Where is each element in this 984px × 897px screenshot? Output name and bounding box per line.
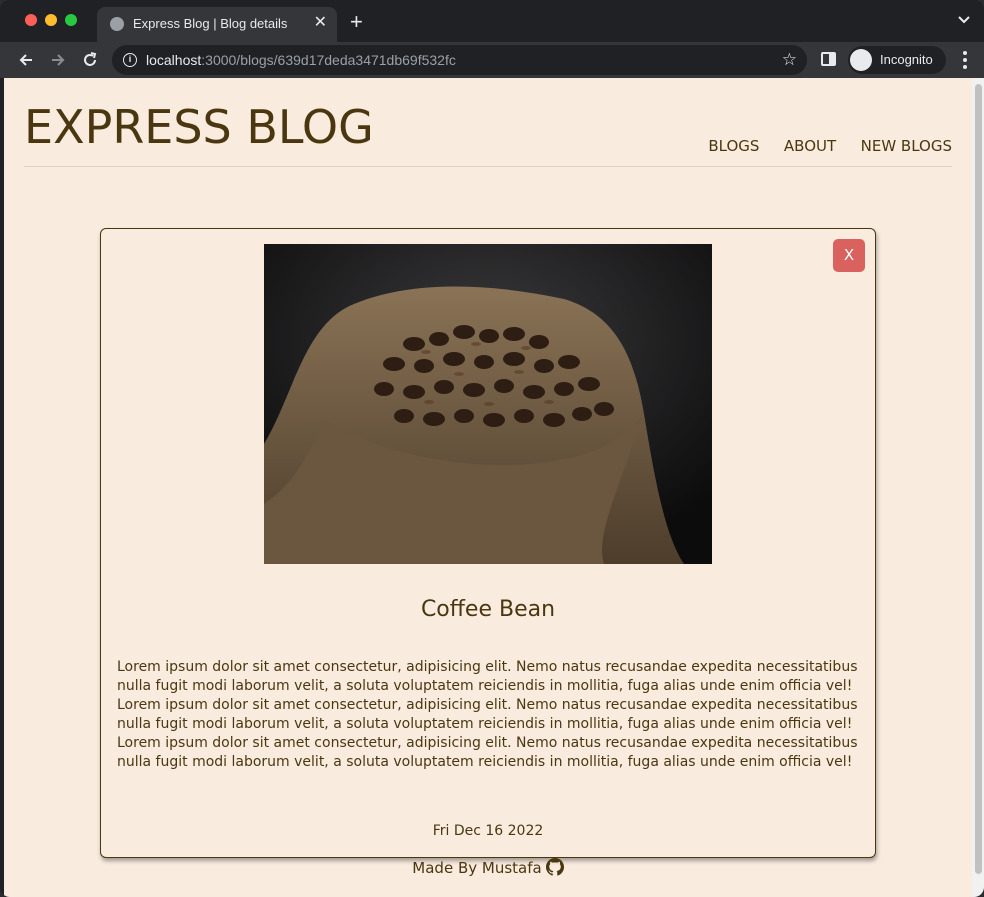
tab-title: Express Blog | Blog details — [133, 16, 288, 31]
browser-toolbar: i localhost:3000/blogs/639d17deda3471db6… — [0, 42, 984, 78]
address-bar[interactable]: i localhost:3000/blogs/639d17deda3471db6… — [112, 45, 807, 75]
window-close-button[interactable] — [25, 14, 37, 26]
blog-detail-card: X Coffee Bean Lorem ipsum dolor sit amet… — [100, 228, 876, 858]
bookmark-star-icon[interactable]: ☆ — [782, 50, 797, 70]
more-menu-icon[interactable] — [961, 51, 969, 69]
github-icon[interactable] — [545, 858, 564, 876]
close-button[interactable]: X — [833, 239, 865, 272]
side-panel-icon[interactable] — [821, 52, 836, 66]
nav-link-new-blogs[interactable]: NEW BLOGS — [861, 137, 952, 155]
incognito-profile-button[interactable]: Incognito — [848, 46, 946, 74]
nav-link-about[interactable]: ABOUT — [784, 137, 836, 155]
blog-body: Lorem ipsum dolor sit amet consectetur, … — [117, 659, 858, 770]
blog-date: Fri Dec 16 2022 — [432, 823, 544, 839]
vertical-scrollbar[interactable] — [972, 78, 984, 897]
url-path: :3000/blogs/639d17deda3471db69f532fc — [201, 52, 456, 68]
blog-title: Coffee Bean — [420, 597, 556, 622]
browser-window: Express Blog | Blog details ✕ + i localh… — [0, 0, 984, 897]
tab-strip: Express Blog | Blog details ✕ + — [0, 0, 984, 42]
main-nav: BLOGS ABOUT NEW BLOGS — [688, 137, 952, 156]
url-host: localhost — [146, 52, 202, 68]
incognito-icon — [850, 49, 872, 71]
forward-arrow-icon[interactable] — [48, 50, 68, 70]
info-icon[interactable]: i — [123, 53, 137, 67]
page-viewport: EXPRESS BLOG BLOGS ABOUT NEW BLOGS X Cof… — [4, 78, 972, 897]
footer-text: Made By Mustafa — [412, 859, 542, 877]
nav-link-blogs[interactable]: BLOGS — [708, 137, 759, 155]
globe-icon — [110, 17, 124, 31]
scrollbar-thumb[interactable] — [975, 84, 982, 874]
tab-active[interactable]: Express Blog | Blog details ✕ — [97, 7, 337, 42]
site-title[interactable]: EXPRESS BLOG — [24, 100, 374, 154]
footer: Made By Mustafa — [4, 858, 972, 877]
url-text: localhost:3000/blogs/639d17deda3471db69f… — [146, 52, 456, 68]
profile-label: Incognito — [880, 52, 933, 67]
window-zoom-button[interactable] — [65, 14, 77, 26]
back-arrow-icon[interactable] — [16, 50, 36, 70]
blog-image — [264, 244, 712, 564]
reload-icon[interactable] — [80, 50, 100, 70]
tab-close-button[interactable]: ✕ — [314, 14, 327, 32]
chevron-down-icon[interactable] — [957, 12, 971, 26]
header-divider — [24, 166, 952, 167]
window-minimize-button[interactable] — [45, 14, 57, 26]
new-tab-button[interactable]: + — [350, 10, 363, 34]
